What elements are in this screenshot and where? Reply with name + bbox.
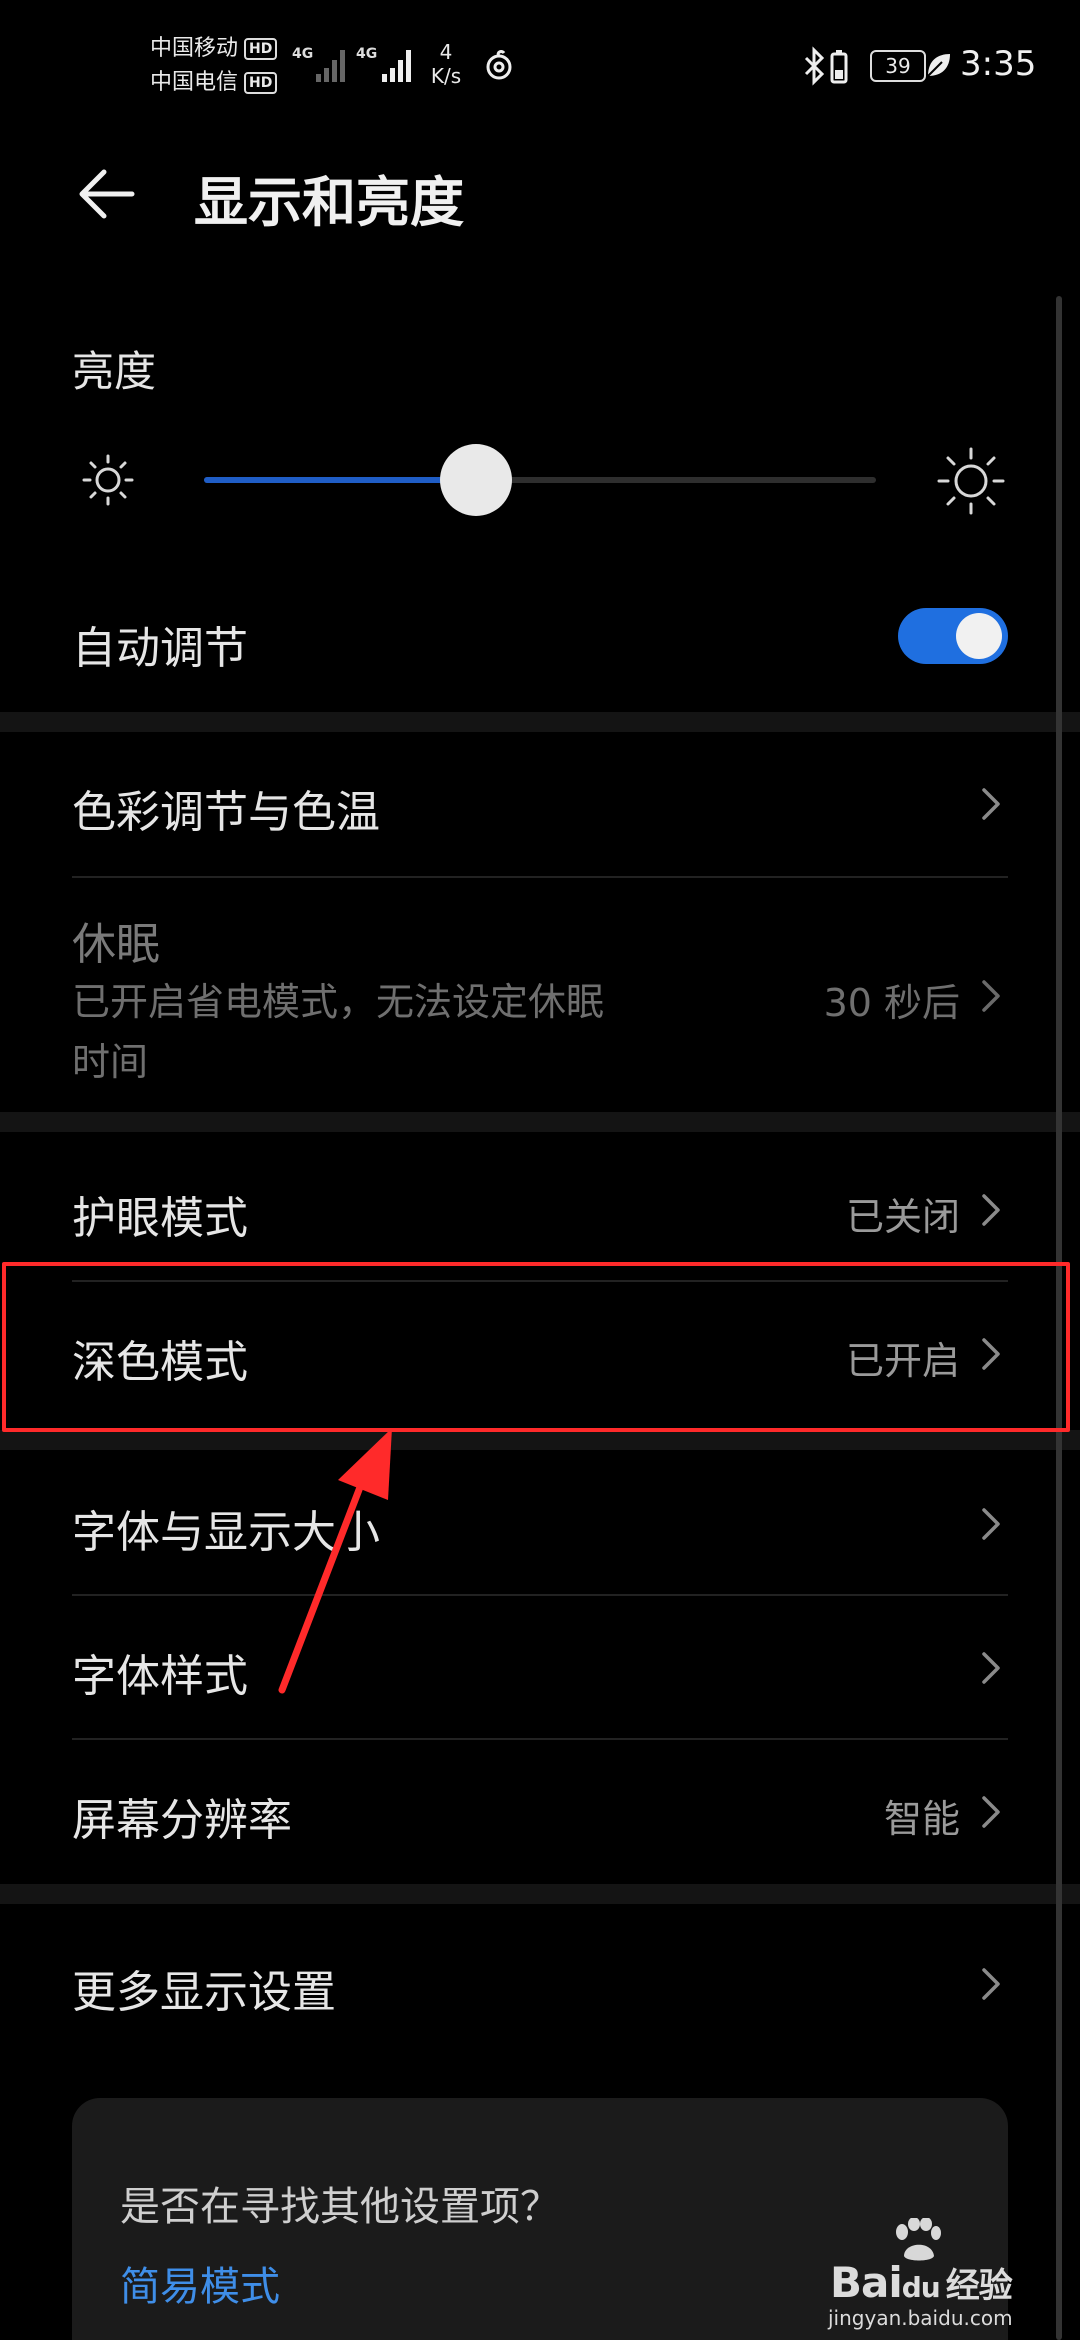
baidu-watermark: Baidu 经验 jingyan.baidu.com bbox=[818, 2218, 1038, 2330]
hd-badge-2: HD bbox=[244, 72, 278, 94]
hd-badge-1: HD bbox=[244, 38, 278, 60]
chevron-right-icon bbox=[982, 1968, 1000, 2000]
brightness-high-icon bbox=[937, 447, 1005, 515]
battery-level: 39 bbox=[870, 50, 926, 82]
baidu-brand-cn: 经验 bbox=[945, 2266, 1013, 2306]
section-gap bbox=[0, 712, 1080, 732]
brightness-slider-fill bbox=[204, 477, 477, 483]
section-gap bbox=[0, 1430, 1080, 1450]
leaf-icon bbox=[927, 54, 950, 77]
chevron-right-icon bbox=[982, 1652, 1000, 1684]
baidu-brand-part2: du bbox=[901, 2271, 941, 2304]
chevron-right-icon bbox=[982, 1194, 1000, 1226]
row-font-style[interactable]: 字体样式 bbox=[0, 1596, 1080, 1740]
row-sleep-subtitle: 已开启省电模式，无法设定休眠 时间 bbox=[72, 972, 712, 1092]
chevron-right-icon bbox=[982, 788, 1000, 820]
row-color-temp-title: 色彩调节与色温 bbox=[72, 787, 380, 838]
row-sleep-subtitle-line2: 时间 bbox=[72, 1040, 149, 1084]
row-font-size[interactable]: 字体与显示大小 bbox=[0, 1450, 1080, 1594]
brightness-slider-thumb[interactable] bbox=[440, 444, 513, 516]
simple-mode-link[interactable]: 简易模式 bbox=[120, 2254, 280, 2312]
page-title: 显示和亮度 bbox=[194, 171, 464, 234]
row-more-display-title: 更多显示设置 bbox=[72, 1967, 336, 2018]
carrier-2-name: 中国电信 bbox=[150, 70, 239, 95]
row-sleep-value: 30 秒后 bbox=[823, 981, 960, 1025]
carrier-2: 中国电信 HD bbox=[150, 66, 278, 100]
row-sleep-subtitle-line1: 已开启省电模式，无法设定休眠 bbox=[72, 980, 605, 1024]
chevron-right-icon bbox=[982, 1508, 1000, 1540]
row-eye-comfort-title: 护眼模式 bbox=[72, 1193, 248, 1244]
back-arrow-icon[interactable] bbox=[78, 164, 138, 224]
row-font-style-title: 字体样式 bbox=[72, 1651, 248, 1702]
signal-2-label: 4G bbox=[356, 46, 378, 62]
suggestion-question: 是否在寻找其他设置项？ bbox=[120, 2184, 560, 2230]
section-gap bbox=[0, 1112, 1080, 1132]
highlight-box bbox=[2, 1262, 1070, 1432]
brightness-low-icon bbox=[82, 454, 134, 506]
carrier-1-name: 中国移动 bbox=[150, 36, 239, 61]
row-color-temp[interactable]: 色彩调节与色温 bbox=[0, 732, 1080, 876]
baidu-url: jingyan.baidu.com bbox=[828, 2306, 1013, 2330]
net-speed-value: 4 bbox=[439, 40, 453, 64]
row-sleep: 休眠 已开启省电模式，无法设定休眠 时间 30 秒后 bbox=[0, 878, 1080, 1112]
net-speed-unit: K/s bbox=[430, 64, 462, 88]
baidu-brand-part1: Bai bbox=[830, 2258, 903, 2307]
status-bar: 中国移动 HD 中国电信 HD 4G 4G 4 K/s 39 3:35 bbox=[0, 0, 1080, 130]
net-speed: 4 K/s bbox=[424, 40, 468, 88]
row-resolution[interactable]: 屏幕分辨率 智能 bbox=[0, 1740, 1080, 1884]
carrier-1: 中国移动 HD bbox=[150, 32, 278, 66]
row-resolution-title: 屏幕分辨率 bbox=[72, 1795, 292, 1846]
signal-1-icon: 4G bbox=[292, 44, 348, 84]
auto-brightness-label: 自动调节 bbox=[72, 623, 248, 674]
row-resolution-value: 智能 bbox=[883, 1797, 960, 1841]
row-eye-comfort-value: 已关闭 bbox=[845, 1195, 960, 1239]
paw-icon bbox=[896, 2218, 941, 2261]
signal-2-icon: 4G bbox=[356, 44, 416, 84]
row-eye-comfort[interactable]: 护眼模式 已关闭 bbox=[0, 1132, 1080, 1276]
clock: 3:35 bbox=[960, 44, 1037, 84]
brightness-slider-track[interactable] bbox=[204, 477, 876, 483]
row-more-display[interactable]: 更多显示设置 bbox=[0, 1904, 1080, 2054]
red-arrow-annotation bbox=[278, 1428, 392, 1694]
auto-brightness-toggle[interactable] bbox=[898, 608, 1008, 664]
battery-saver-icon bbox=[830, 50, 848, 84]
brightness-label: 亮度 bbox=[72, 347, 157, 396]
toggle-knob bbox=[956, 613, 1002, 659]
chevron-right-icon bbox=[982, 980, 1000, 1012]
music-app-icon bbox=[486, 50, 512, 80]
chevron-right-icon bbox=[982, 1796, 1000, 1828]
section-gap bbox=[0, 1884, 1080, 1904]
baidu-wordmark: Baidu 经验 bbox=[830, 2258, 1013, 2307]
row-sleep-title: 休眠 bbox=[72, 919, 160, 970]
bluetooth-icon bbox=[804, 46, 825, 86]
